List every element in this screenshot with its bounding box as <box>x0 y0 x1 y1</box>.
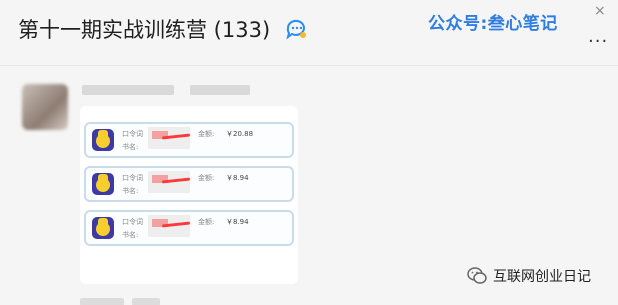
code-label: 口令词 <box>122 174 143 182</box>
amount-value: ￥8.94 <box>226 174 249 182</box>
chat-header: 第十一期实战训练营 (133) 公众号:叁心笔记 × ... <box>0 0 618 66</box>
brand-watermark: 互联网创业日记 <box>467 264 591 288</box>
group-chat-icon[interactable] <box>285 18 307 40</box>
close-icon[interactable]: × <box>594 3 606 19</box>
amount-label: 金额: <box>198 130 215 138</box>
avatar[interactable] <box>22 84 68 130</box>
redacted-text <box>148 127 191 149</box>
more-options-icon[interactable]: ... <box>588 26 608 47</box>
watermark-text: 公众号:叁心笔记 <box>428 14 558 34</box>
book-app-icon <box>92 217 114 239</box>
code-label: 口令词 <box>122 218 143 226</box>
brand-name: 互联网创业日记 <box>493 269 591 285</box>
list-item[interactable]: 口令词 书名: 金额: ￥8.94 <box>84 210 294 246</box>
list-item[interactable]: 口令词 书名: 金额: ￥8.94 <box>84 166 294 202</box>
book-label: 书名: <box>122 187 139 195</box>
redacted-text <box>148 215 191 237</box>
list-item[interactable]: 口令词 书名: 金额: ￥20.88 <box>84 122 294 158</box>
amount-value: ￥8.94 <box>226 218 249 226</box>
sender-name-redacted <box>82 82 282 98</box>
next-sender-redacted <box>80 296 190 305</box>
message-bubble[interactable]: 口令词 书名: 金额: ￥20.88 口令词 书名: 金额: ￥8.94 口令词… <box>80 106 298 284</box>
amount-label: 金额: <box>198 218 215 226</box>
chat-title: 第十一期实战训练营 (133) <box>18 18 271 42</box>
amount-label: 金额: <box>198 174 215 182</box>
wechat-icon <box>467 267 487 284</box>
book-label: 书名: <box>122 143 139 151</box>
code-label: 口令词 <box>122 130 143 138</box>
amount-value: ￥20.88 <box>226 130 254 138</box>
book-label: 书名: <box>122 231 139 239</box>
book-app-icon <box>92 129 114 151</box>
redacted-text <box>148 171 191 193</box>
book-app-icon <box>92 173 114 195</box>
